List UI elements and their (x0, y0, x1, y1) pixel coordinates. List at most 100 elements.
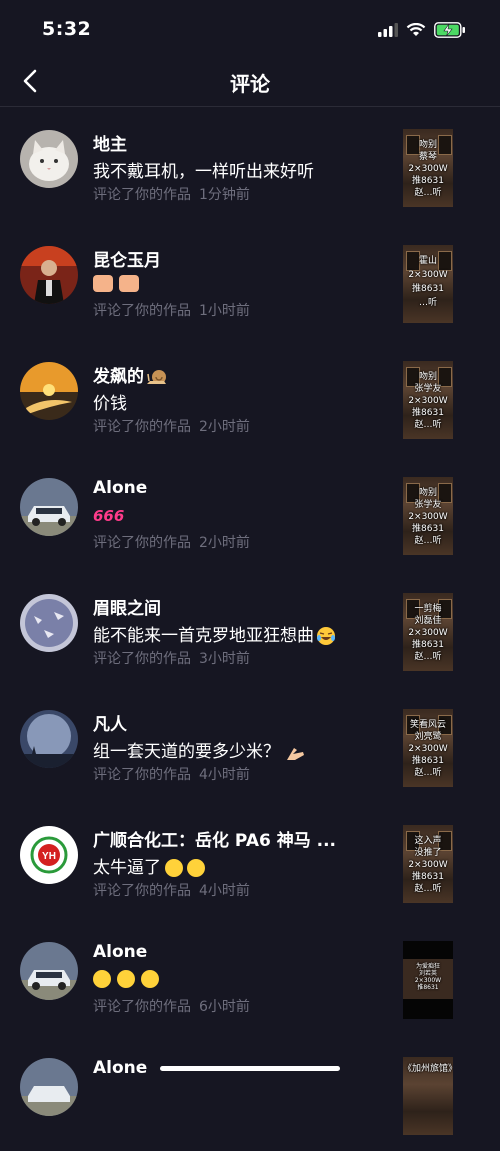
thumb-line: 张学友 (414, 500, 442, 510)
commenter-name[interactable]: 眉眼之间 (93, 594, 161, 619)
thumb-line: 笑看风云 (409, 720, 446, 730)
snail-icon (147, 370, 166, 384)
commenter-name[interactable]: Alone (93, 942, 147, 962)
video-thumbnail[interactable]: 为爱痴狂 刘若英 2×300W 推8631 (403, 941, 453, 1019)
thumb-line: 蔡琴 (418, 152, 437, 162)
comment-row[interactable]: 地主 我不戴耳机，一样听出来好听 评论了你的作品 1分钟前 吻别 蔡琴 2×300… (0, 107, 500, 223)
thumb-line: 推8631 (412, 408, 444, 418)
comment-meta: 评论了你的作品 6小时前 (93, 996, 258, 1016)
signal-icon (378, 23, 398, 37)
commenter-name[interactable]: 广顺合化工：岳化 PA6 神马 ... (93, 826, 336, 851)
comment-action: 评论了你的作品 (93, 651, 191, 667)
grinning-sweat-emoji-icon (187, 859, 205, 877)
comment-text: 我不戴耳机，一样听出来好听 (93, 162, 314, 182)
comment-row[interactable]: Alone 《加州旅馆》 (0, 1035, 500, 1151)
comment-time: 1分钟前 (199, 187, 250, 203)
thumb-line: 赵…听 (414, 188, 442, 198)
avatar[interactable] (20, 1058, 78, 1116)
video-thumbnail[interactable]: 霍山 2×300W 推8631 …听 (403, 245, 453, 323)
avatar[interactable] (20, 478, 78, 536)
thumb-line: 一剪梅 (414, 604, 442, 614)
status-icons (378, 20, 466, 40)
comment-action: 评论了你的作品 (93, 303, 191, 319)
video-thumbnail[interactable]: 笑看风云 刘亮鹭 2×300W 推8631 赵…听 (403, 709, 453, 787)
thumb-line: 推8631 (412, 640, 444, 650)
comment-row[interactable]: 发飙的 价钱 评论了你的作品 2小时前 吻别 张学友 2×300W 推8631 赵… (0, 339, 500, 455)
commenter-name[interactable]: Alone (93, 1058, 147, 1078)
comment-emoji (93, 273, 145, 293)
thumb-line: 2×300W (408, 744, 448, 754)
pensive-emoji-icon (141, 970, 159, 988)
thumb-line: 吻别 (418, 140, 437, 150)
avatar[interactable] (20, 362, 78, 420)
video-thumbnail[interactable]: 《加州旅馆》 (403, 1057, 453, 1135)
thumbs-up-icon (93, 274, 113, 292)
comment-time: 2小时前 (199, 419, 250, 435)
wifi-icon (406, 23, 426, 36)
avatar[interactable] (20, 942, 78, 1000)
pensive-emoji-icon (93, 970, 111, 988)
svg-text:YH: YH (42, 851, 56, 862)
thumb-line: 2×300W (408, 512, 448, 522)
ok-hand-icon (287, 748, 304, 760)
commenter-name[interactable]: 发飙的 (93, 362, 168, 387)
status-time: 5:32 (42, 18, 92, 40)
video-thumbnail[interactable]: 这入声 没推了 2×300W 推8631 赵…听 (403, 825, 453, 903)
comment-meta: 评论了你的作品 1分钟前 (93, 184, 258, 204)
comment-action: 评论了你的作品 (93, 419, 191, 435)
comment-time: 2小时前 (199, 535, 250, 551)
thumb-line: 推8631 (412, 176, 444, 186)
comment-row[interactable]: Alone 666 评论了你的作品 2小时前 吻别 张学友 2×300W 推863… (0, 455, 500, 571)
commenter-name[interactable]: 凡人 (93, 710, 127, 735)
comment-action: 评论了你的作品 (93, 999, 191, 1015)
comment-text-body: 太牛逼了 (93, 858, 161, 878)
commenter-name[interactable]: 地主 (93, 130, 127, 155)
thumb-line: 推8631 (412, 524, 444, 534)
comment-meta: 评论了你的作品 2小时前 (93, 532, 258, 552)
commenter-name[interactable]: Alone (93, 478, 147, 498)
comment-action: 评论了你的作品 (93, 767, 191, 783)
video-thumbnail[interactable]: 吻别 张学友 2×300W 推8631 赵…听 (403, 361, 453, 439)
comment-text: 价钱 (93, 394, 127, 414)
status-bar: 5:32 (0, 0, 500, 60)
comment-time: 4小时前 (199, 883, 250, 899)
avatar[interactable] (20, 710, 78, 768)
video-thumbnail[interactable]: 吻别 蔡琴 2×300W 推8631 赵…听 (403, 129, 453, 207)
comment-action: 评论了你的作品 (93, 187, 191, 203)
comment-row[interactable]: 凡人 组一套天道的要多少米？ 评论了你的作品 4小时前 笑看风云 刘亮鹭 2×30… (0, 687, 500, 803)
avatar[interactable] (20, 246, 78, 304)
comment-meta: 评论了你的作品 2小时前 (93, 416, 258, 436)
thumb-line: 刘若英 (418, 970, 437, 977)
thumb-line: 吻别 (418, 488, 437, 498)
comment-text: 666 (93, 507, 125, 525)
thumb-line: 赵…听 (414, 652, 442, 662)
thumb-line: 2×300W (408, 396, 448, 406)
video-thumbnail[interactable]: 吻别 张学友 2×300W 推8631 赵…听 (403, 477, 453, 555)
comment-time: 4小时前 (199, 767, 250, 783)
thumb-line: 2×300W (414, 977, 442, 984)
comment-meta: 评论了你的作品 3小时前 (93, 648, 258, 668)
thumb-line: 赵…听 (414, 768, 442, 778)
thumb-line: 推8631 (417, 984, 439, 991)
comment-row[interactable]: YH 广顺合化工：岳化 PA6 神马 ... 太牛逼了 评论了你的作品 4小时前 … (0, 803, 500, 919)
thumb-line: 赵…听 (414, 536, 442, 546)
comment-text-body: 组一套天道的要多少米？ (93, 742, 280, 762)
video-thumbnail[interactable]: 一剪梅 刘磊佳 2×300W 推8631 赵…听 (403, 593, 453, 671)
avatar[interactable]: YH (20, 826, 78, 884)
thumbs-up-icon (119, 274, 139, 292)
thumb-line: 赵…听 (414, 884, 442, 894)
comment-text-body: 能不能来一首克罗地亚狂想曲 (93, 626, 314, 646)
comment-row[interactable]: 昆仑玉月 评论了你的作品 1小时前 霍山 2×300W 推8631 …听 (0, 223, 500, 339)
battery-charging-icon (434, 22, 465, 38)
comment-row[interactable]: 眉眼之间 能不能来一首克罗地亚狂想曲 评论了你的作品 3小时前 一剪梅 刘磊佳 2… (0, 571, 500, 687)
comment-emoji (93, 969, 159, 989)
home-indicator[interactable] (160, 1066, 340, 1071)
avatar[interactable] (20, 594, 78, 652)
avatar[interactable] (20, 130, 78, 188)
thumb-line: 2×300W (408, 860, 448, 870)
thumb-line: 吻别 (418, 372, 437, 382)
thumb-line: 霍山 (418, 256, 437, 266)
comment-action: 评论了你的作品 (93, 883, 191, 899)
comment-row[interactable]: Alone 评论了你的作品 6小时前 为爱痴狂 刘若英 2×300W 推8631 (0, 919, 500, 1035)
commenter-name[interactable]: 昆仑玉月 (93, 246, 161, 271)
